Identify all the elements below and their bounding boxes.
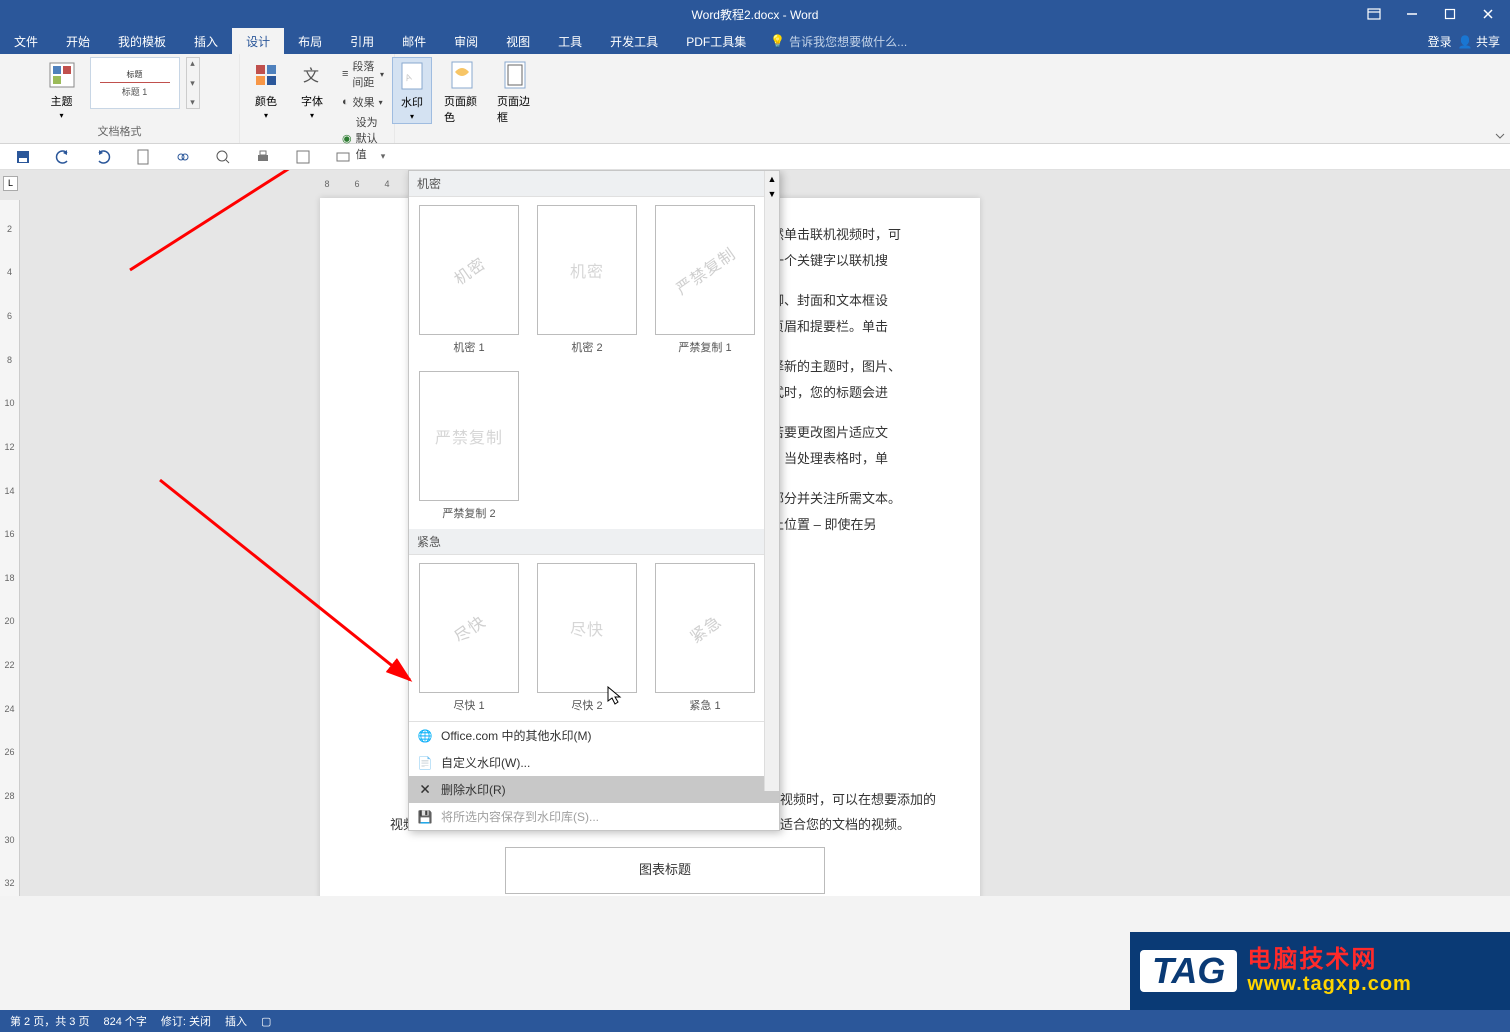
watermark-button[interactable]: A 水印▾ (392, 57, 432, 124)
tag-watermark-overlay: TAG 电脑技术网 www.tagxp.com (1130, 932, 1510, 1010)
page-border-button[interactable]: 页面边框 (491, 57, 538, 127)
text-fragment: 若要更改图片适应文 (771, 420, 956, 446)
document-title: Word教程2.docx - Word (692, 6, 819, 23)
watermark-option[interactable]: 尽快尽快 1 (419, 563, 519, 713)
scroll-up-icon[interactable]: ▲ (765, 171, 779, 186)
page-color-button[interactable]: 页面颜色 (438, 57, 485, 127)
watermark-option[interactable]: 紧急紧急 1 (655, 563, 755, 713)
share-button[interactable]: 👤 共享 (1458, 33, 1500, 50)
tab-templates[interactable]: 我的模板 (104, 28, 180, 54)
redo-button[interactable] (94, 148, 112, 166)
tab-layout[interactable]: 布局 (284, 28, 336, 54)
paragraph-spacing-button[interactable]: ≡段落间距▾ (338, 57, 388, 91)
save-button[interactable] (14, 148, 32, 166)
scroll-down-icon[interactable]: ▼ (765, 186, 779, 201)
gallery-scrollbar[interactable]: ▲ ▼ (764, 171, 779, 791)
spacing-icon: ≡ (342, 68, 348, 80)
tab-tools[interactable]: 工具 (544, 28, 596, 54)
gallery-category-confidential: 机密 (409, 171, 779, 197)
tab-developer[interactable]: 开发工具 (596, 28, 672, 54)
text-fragment: 部分并关注所需文本。 (771, 486, 956, 512)
tab-file[interactable]: 文件 (0, 28, 52, 54)
ribbon-options-button[interactable] (1360, 3, 1388, 25)
tab-home[interactable]: 开始 (52, 28, 104, 54)
save-icon: 💾 (417, 809, 433, 825)
themes-label: 主题 (51, 93, 73, 109)
fonts-button[interactable]: 文 字体▾ (292, 57, 332, 122)
document-workspace: L 864230323436384042444648 2468101214161… (0, 170, 1510, 896)
remove-icon: 🗙 (417, 782, 433, 798)
remove-watermark-menu[interactable]: 🗙 删除水印(R) (409, 776, 779, 803)
chevron-down-icon: ▾ (410, 112, 414, 121)
tab-references[interactable]: 引用 (336, 28, 388, 54)
tab-mailings[interactable]: 邮件 (388, 28, 440, 54)
tag-site-name: 电脑技术网 (1247, 947, 1412, 973)
macro-icon[interactable]: ▢ (261, 1015, 271, 1028)
text-fragment: 然单击联机视频时，可 (771, 222, 956, 248)
text-fragment: 择新的主题时，图片、 (771, 354, 956, 380)
share-icon: 👤 (1458, 35, 1473, 49)
text-fragment: 一个关键字以联机搜 (771, 248, 956, 274)
gallery-category-urgent: 紧急 (409, 529, 779, 555)
vertical-ruler[interactable]: 2468101214161820222426283032 (0, 200, 20, 896)
status-bar: 第 2 页，共 3 页 824 个字 修订: 关闭 插入 ▢ (0, 1010, 1510, 1032)
page-count[interactable]: 第 2 页，共 3 页 (10, 1013, 89, 1029)
effects-button[interactable]: ◐效果▾ (338, 93, 388, 111)
lightbulb-icon: 💡 (770, 34, 785, 48)
window-close-button[interactable] (1474, 3, 1502, 25)
window-minimize-button[interactable] (1398, 3, 1426, 25)
watermark-option[interactable]: 严禁复制严禁复制 2 (419, 371, 519, 521)
colors-button[interactable]: 颜色▾ (246, 57, 286, 122)
effects-icon: ◐ (342, 96, 349, 108)
tab-design[interactable]: 设计 (232, 28, 284, 54)
preview-button[interactable] (214, 148, 232, 166)
ribbon: 主题 ▾ 标题 标题 1 ▴▾▾ 文档格式 颜色▾ 文 字体▾ (0, 54, 1510, 144)
watermark-option[interactable]: 机密机密 1 (419, 205, 519, 355)
chart-title-placeholder: 图表标题 (505, 847, 825, 894)
undo-button[interactable] (54, 148, 72, 166)
watermark-option[interactable]: 机密机密 2 (537, 205, 637, 355)
window-maximize-button[interactable] (1436, 3, 1464, 25)
new-button[interactable] (134, 148, 152, 166)
tab-insert[interactable]: 插入 (180, 28, 232, 54)
tab-view[interactable]: 视图 (492, 28, 544, 54)
login-link[interactable]: 登录 (1428, 33, 1452, 50)
watermark-gallery: 机密 机密机密 1 机密机密 2 严禁复制严禁复制 1 严禁复制严禁复制 2 紧… (408, 170, 780, 831)
tell-me-search[interactable]: 💡 告诉我您想要做什么... (760, 28, 907, 54)
theme-preview[interactable]: 标题 标题 1 (90, 57, 180, 109)
theme-gallery-more[interactable]: ▴▾▾ (186, 57, 200, 109)
globe-icon: 🌐 (417, 728, 433, 744)
track-changes-status[interactable]: 修订: 关闭 (161, 1013, 211, 1029)
tag-site-url: www.tagxp.com (1247, 973, 1412, 995)
page-icon: 📄 (417, 755, 433, 771)
document-format-group-label: 文档格式 (6, 123, 233, 139)
tell-me-placeholder: 告诉我您想要做什么... (789, 33, 907, 50)
tab-selector[interactable]: L (3, 176, 18, 191)
watermark-option[interactable]: 严禁复制严禁复制 1 (655, 205, 755, 355)
ribbon-tabs: 文件 开始 我的模板 插入 设计 布局 引用 邮件 审阅 视图 工具 开发工具 … (0, 28, 1510, 54)
text-fragment: 式时，您的标题会进 (771, 380, 956, 406)
mouse-cursor-icon (607, 686, 623, 706)
chevron-down-icon: ▾ (59, 111, 63, 120)
tab-pdf[interactable]: PDF工具集 (672, 28, 760, 54)
default-icon: ◉ (342, 132, 352, 145)
office-watermarks-menu[interactable]: 🌐 Office.com 中的其他水印(M) ▸ (409, 722, 779, 749)
themes-button[interactable]: 主题 ▾ (40, 57, 84, 122)
insert-mode[interactable]: 插入 (225, 1013, 247, 1029)
tab-review[interactable]: 审阅 (440, 28, 492, 54)
text-fragment: 页眉和提要栏。单击 (771, 314, 956, 340)
ribbon-collapse-button[interactable] (1494, 129, 1506, 141)
text-fragment: 脚、封面和文本框设 (771, 288, 956, 314)
quick-access-toolbar: ▾ (0, 144, 1510, 170)
set-default-button[interactable]: ◉设为默认值 (338, 113, 388, 163)
text-fragment: 。当处理表格时，单 (771, 446, 956, 472)
word-count[interactable]: 824 个字 (103, 1013, 146, 1029)
svg-text:文: 文 (303, 67, 319, 85)
title-bar: Word教程2.docx - Word (0, 0, 1510, 28)
text-fragment: 止位置 – 即使在另 (771, 512, 956, 538)
save-watermark-menu: 💾 将所选内容保存到水印库(S)... (409, 803, 779, 830)
link-icon[interactable] (174, 148, 192, 166)
custom-watermark-menu[interactable]: 📄 自定义水印(W)... (409, 749, 779, 776)
tag-badge: TAG (1140, 950, 1237, 992)
